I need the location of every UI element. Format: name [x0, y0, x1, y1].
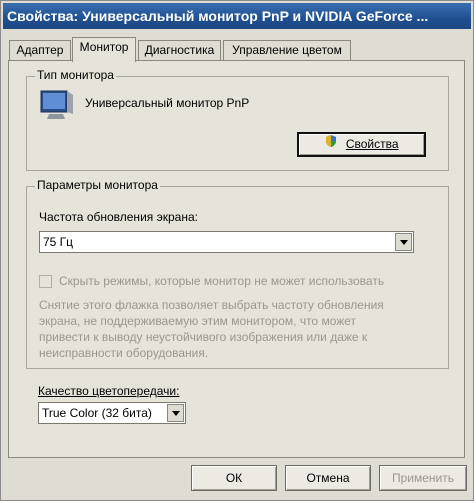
properties-dialog: Свойства: Универсальный монитор PnP и NV… [0, 0, 474, 501]
chevron-down-icon[interactable] [395, 233, 412, 251]
warning-text-line-2: экрана, не поддерживаемую этим монитором… [39, 314, 357, 328]
monitor-name: Универсальный монитор PnP [85, 96, 250, 110]
monitor-properties-button[interactable]: Свойства [297, 132, 426, 157]
monitor-type-group-label: Тип монитора [35, 68, 116, 82]
cancel-button[interactable]: Отмена [285, 465, 371, 491]
tab-adapter[interactable]: Адаптер [9, 40, 71, 61]
monitor-type-group: Тип монитора Универсальный монитор PnP С… [26, 68, 449, 171]
monitor-properties-button-label: Свойства [345, 137, 399, 151]
ok-button[interactable]: ОК [191, 465, 277, 491]
tab-diagnostics[interactable]: Диагностика [138, 40, 221, 61]
tab-monitor[interactable]: Монитор [72, 37, 136, 62]
monitor-parameters-group: Параметры монитора Частота обновления эк… [26, 178, 449, 369]
apply-button[interactable]: Применить [379, 465, 467, 491]
warning-text-line-4: неисправности оборудования. [39, 346, 209, 360]
window-title: Свойства: Универсальный монитор PnP и NV… [3, 3, 471, 29]
chevron-down-icon[interactable] [167, 404, 184, 422]
color-quality-value: True Color (32 бита) [42, 406, 152, 420]
warning-text-line-1: Снятие этого флажка позволяет выбрать ча… [39, 298, 384, 312]
monitor-icon [39, 88, 75, 124]
color-quality-select[interactable]: True Color (32 бита) [38, 402, 186, 424]
refresh-rate-label: Частота обновления экрана: [39, 210, 198, 224]
tab-color-management[interactable]: Управление цветом [223, 40, 351, 61]
tab-panel-monitor: Тип монитора Универсальный монитор PnP С… [8, 60, 465, 458]
refresh-rate-select[interactable]: 75 Гц [39, 231, 414, 253]
monitor-parameters-group-label: Параметры монитора [35, 178, 160, 192]
refresh-rate-value: 75 Гц [43, 235, 74, 249]
shield-icon [324, 134, 338, 155]
color-quality-label: Качество цветопередачи: [38, 384, 180, 398]
warning-text-line-3: привести к выводу неустойчивого изображе… [39, 330, 368, 344]
hide-modes-checkbox[interactable] [39, 275, 52, 288]
hide-modes-label: Скрыть режимы, которые монитор не может … [59, 274, 385, 288]
